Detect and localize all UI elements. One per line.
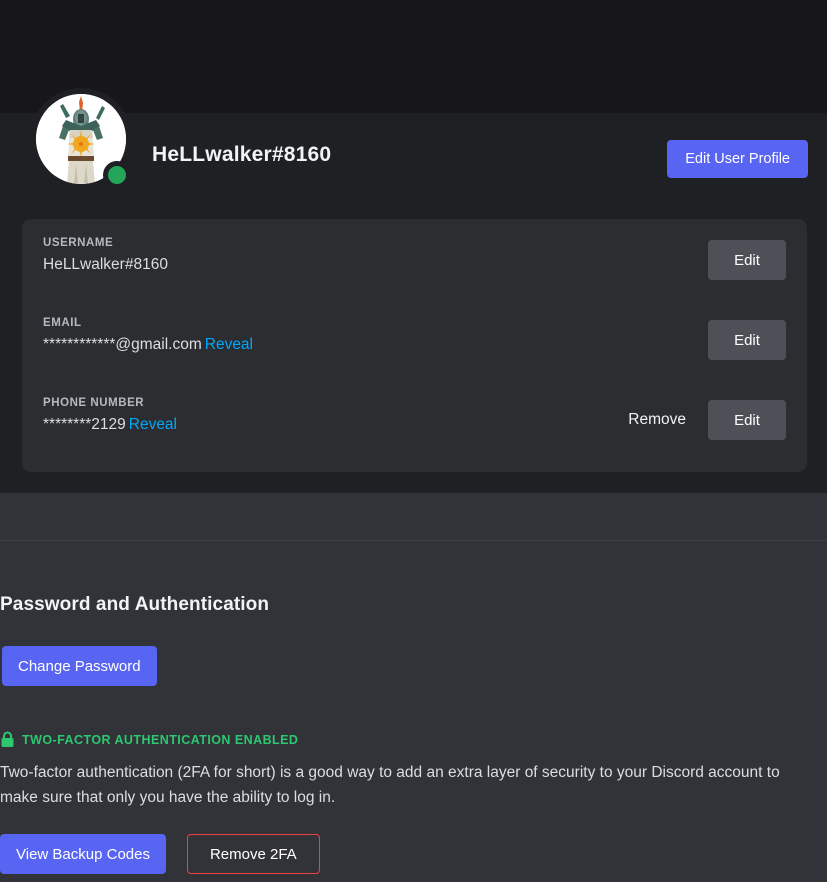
edit-username-button[interactable]: Edit (708, 240, 786, 280)
page-title: Password and Authentication (0, 594, 270, 615)
change-password-button[interactable]: Change Password (2, 646, 157, 686)
username-text: HeLLwalker#8160 (43, 256, 168, 273)
view-backup-codes-button[interactable]: View Backup Codes (0, 834, 166, 874)
profile-display-name: HeLLwalker#8160 (152, 143, 332, 166)
mfa-status-badge: TWO-FACTOR AUTHENTICATION ENABLED (0, 731, 298, 748)
edit-email-button[interactable]: Edit (708, 320, 786, 360)
field-row-phone: PHONE NUMBER ********2129 Reveal Remove E… (43, 397, 786, 453)
profile-header: HeLLwalker#8160 Edit User Profile (0, 88, 827, 210)
field-row-username: USERNAME HeLLwalker#8160 Edit (43, 237, 786, 293)
email-text: ************@gmail.com (43, 336, 202, 353)
status-indicator-online (103, 161, 131, 189)
avatar[interactable] (30, 88, 132, 190)
username-label: USERNAME (43, 237, 114, 249)
email-actions: Edit (708, 320, 786, 360)
phone-text: ********2129 (43, 416, 126, 433)
mfa-actions: View Backup Codes Remove 2FA (0, 834, 320, 874)
edit-phone-button[interactable]: Edit (708, 400, 786, 440)
email-value: ************@gmail.com Reveal (43, 335, 786, 355)
username-value: HeLLwalker#8160 (43, 255, 786, 275)
reveal-email-link[interactable]: Reveal (205, 336, 253, 353)
username-actions: Edit (708, 240, 786, 280)
remove-2fa-button[interactable]: Remove 2FA (186, 834, 320, 874)
reveal-phone-link[interactable]: Reveal (129, 416, 177, 433)
lock-icon (1, 731, 14, 747)
field-row-email: EMAIL ************@gmail.com Reveal Edit (43, 317, 786, 373)
mfa-status-text: TWO-FACTOR AUTHENTICATION ENABLED (22, 732, 299, 747)
account-info-card: USERNAME HeLLwalker#8160 Edit EMAIL ****… (22, 219, 807, 472)
email-label: EMAIL (43, 317, 82, 329)
remove-phone-link[interactable]: Remove (628, 411, 686, 429)
section-divider (0, 540, 827, 541)
mfa-description: Two-factor authentication (2FA for short… (0, 764, 780, 806)
password-authentication-section (0, 493, 827, 882)
phone-actions: Remove Edit (628, 400, 786, 440)
profile-banner (0, 0, 827, 113)
user-settings-page: HeLLwalker#8160 Edit User Profile USERNA… (0, 0, 827, 882)
edit-user-profile-button[interactable]: Edit User Profile (667, 140, 808, 178)
